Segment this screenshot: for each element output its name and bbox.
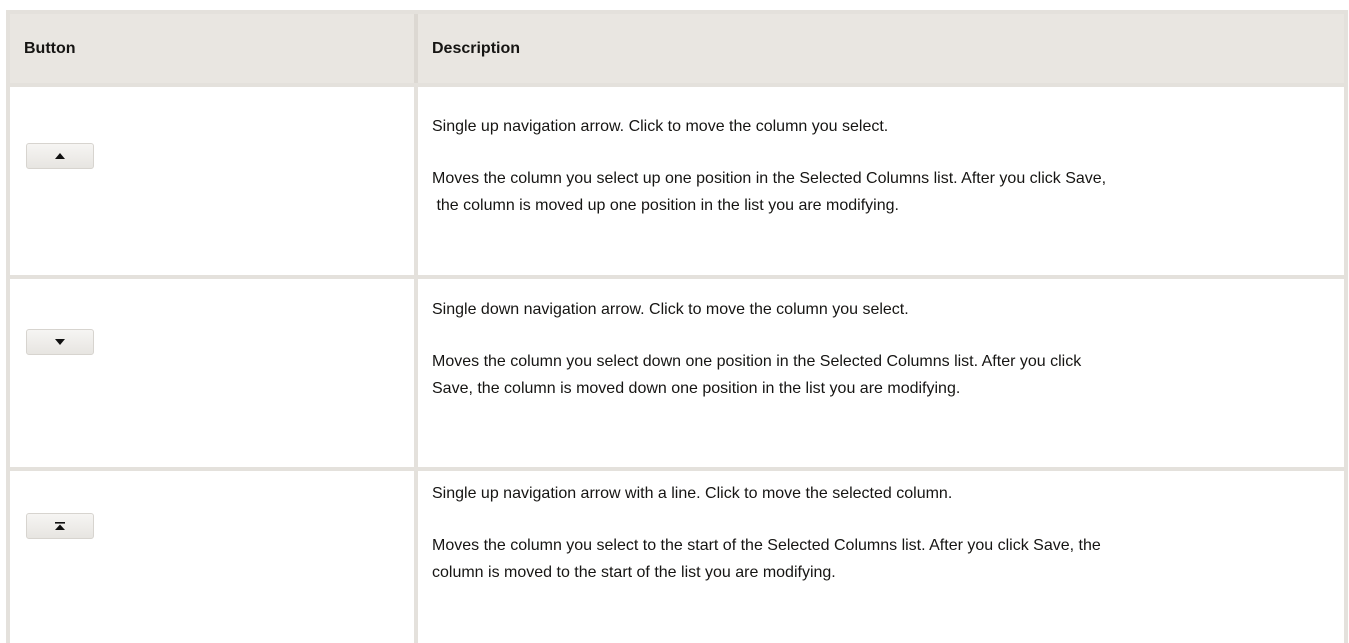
up-arrow-icon — [55, 153, 65, 159]
description-detail-line: the column is moved up one position in t… — [432, 197, 899, 214]
description-cell: Single up navigation arrow with a line. … — [414, 471, 1346, 643]
description-detail-line: Save, the column is moved down one posit… — [432, 380, 961, 397]
description-summary: Single up navigation arrow. Click to mov… — [432, 118, 889, 135]
description-detail-line: Moves the column you select up one posit… — [432, 170, 1107, 187]
description-detail-line: Moves the column you select down one pos… — [432, 353, 1082, 370]
description-detail-line: Moves the column you select to the start… — [432, 537, 1101, 554]
table-row: Single down navigation arrow. Click to m… — [10, 279, 1344, 471]
move-to-top-button[interactable] — [26, 513, 94, 539]
description-summary: Single down navigation arrow. Click to m… — [432, 301, 909, 318]
table-row: Single up navigation arrow. Click to mov… — [10, 87, 1344, 279]
move-up-button[interactable] — [26, 143, 94, 169]
description-summary: Single up navigation arrow with a line. … — [432, 485, 953, 502]
table-row: Single up navigation arrow with a line. … — [10, 471, 1344, 643]
description-cell: Single down navigation arrow. Click to m… — [414, 279, 1346, 467]
description-detail-line: column is moved to the start of the list… — [432, 564, 836, 581]
description-cell: Single up navigation arrow. Click to mov… — [414, 87, 1346, 275]
button-cell — [10, 279, 414, 467]
move-down-button[interactable] — [26, 329, 94, 355]
header-description: Description — [414, 14, 1344, 83]
down-arrow-icon — [55, 339, 65, 345]
move-to-top-icon — [55, 522, 65, 530]
button-description-table: Button Description Single up navigation … — [6, 10, 1348, 643]
header-button: Button — [24, 39, 76, 57]
button-cell — [10, 471, 414, 643]
table-header-row: Button Description — [10, 14, 1344, 87]
button-cell — [10, 87, 414, 275]
